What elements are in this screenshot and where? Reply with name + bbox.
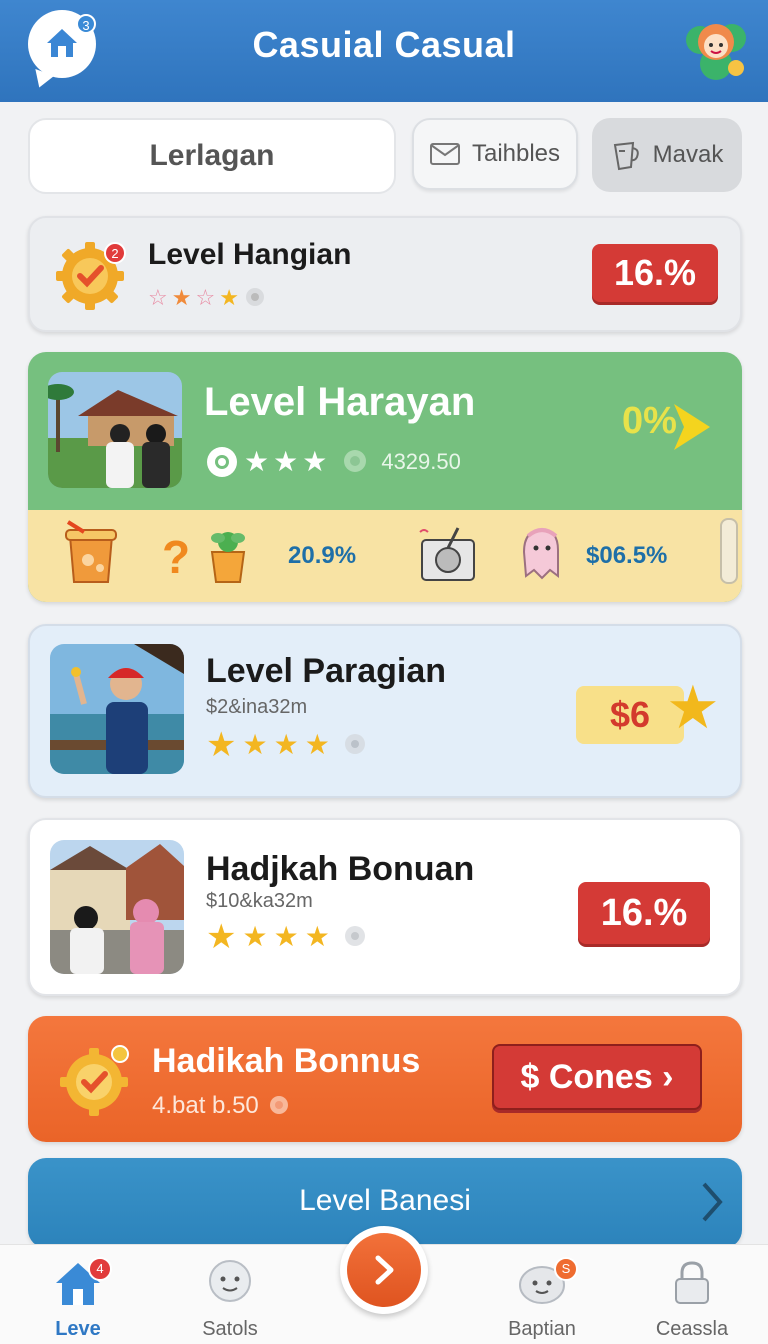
card-title: Level Paragian [206, 652, 447, 690]
rewards-strip: ? 20.9% $06.5% [28, 510, 742, 602]
tab-lerlagan-label: Lerlagan [149, 139, 275, 172]
star-filled-icon: ★ [273, 921, 299, 952]
level-badge: 2 [104, 242, 126, 264]
star-filled-icon: ★ [219, 285, 239, 310]
star-outline-icon: ☆ [195, 285, 216, 310]
ghost-character-icon [522, 528, 559, 580]
star-badge-icon: ★ [666, 674, 720, 741]
level-card-harayan[interactable]: Level Harayan ★ ★ ★ 4329.50 0% ? 20.9% $… [28, 352, 742, 602]
nav-item-ceassla[interactable]: Ceassla [632, 1257, 752, 1341]
bonus-card-hadjkah[interactable]: Hadjkah Bonuan $10&ka32m ★ ★ ★ ★ 16.% [28, 818, 742, 996]
score-value: 4329.50 [381, 449, 461, 474]
star-rating: ★ ★ ★ 4329.50 [204, 444, 461, 480]
bonus-card-hadikah[interactable]: Hadikah Bonnus 4.bat b.50 $ Cones › [28, 1016, 742, 1142]
bonus-subline: 4.bat b.50 [152, 1092, 291, 1120]
star-outline-icon: ☆ [148, 285, 168, 310]
progress-percent: 0% [622, 400, 677, 442]
star-filled-icon: ★ [242, 921, 268, 952]
nav-item-satols[interactable]: Satols [170, 1257, 290, 1341]
star-filled-icon: ★ [171, 285, 192, 310]
mail-icon [429, 143, 460, 165]
tab-mavak-label: Mavak [652, 141, 724, 168]
tab-lerlagan[interactable]: Lerlagan [28, 118, 396, 194]
chat-icon [245, 288, 264, 306]
app-header: 3 Casuial Casual [0, 0, 768, 102]
strip-scrollbar[interactable] [720, 518, 738, 584]
card-subtitle: $10&ka32m [206, 890, 313, 912]
chat-icon [344, 734, 365, 754]
question-mark: ? [162, 531, 191, 583]
card-subtitle: $2&ina32m [206, 696, 308, 718]
nav-item-baptian[interactable]: Baptian S [482, 1257, 602, 1341]
star-filled-icon: ★ [273, 729, 299, 760]
nav-label: Ceassla [655, 1318, 729, 1340]
level-card-paragian[interactable]: Level Paragian $2&ina32m ★ ★ ★ ★ $6 ★ [28, 624, 742, 798]
chat-icon [344, 926, 365, 946]
star-filled-icon: ★ [206, 918, 237, 956]
tab-mavak[interactable]: Mavak [592, 118, 742, 192]
card-title: Level Harayan [204, 380, 476, 424]
card-title: Level Hangian [148, 238, 352, 271]
star-filled-icon: ★ [244, 446, 270, 477]
star-rating: ☆ ★ ☆ ★ [148, 286, 267, 310]
card-title: Hadikah Bonnus [152, 1042, 421, 1080]
gear-icon [207, 447, 237, 477]
face-icon [209, 1260, 251, 1302]
level-photo [48, 372, 182, 488]
star-filled-icon: ★ [242, 729, 268, 760]
star-rating: ★ ★ ★ ★ [206, 920, 368, 954]
nav-label: Satols [202, 1318, 258, 1340]
chevron-right-icon [375, 1255, 394, 1285]
play-fab-button[interactable] [340, 1226, 428, 1314]
star-filled-icon: ★ [304, 729, 330, 760]
card-title: Hadjkah Bonuan [206, 850, 475, 888]
tab-taihbles[interactable]: Taihbles [412, 118, 578, 190]
percent-badge[interactable]: 16.% [592, 244, 718, 302]
reward-value-2: $06.5% [586, 542, 668, 569]
level-banesi-label: Level Banesi [299, 1184, 471, 1217]
cup-icon [613, 141, 639, 171]
avatar[interactable] [680, 12, 752, 84]
star-filled-icon: ★ [304, 921, 330, 952]
chat-icon [344, 450, 367, 472]
cones-button[interactable]: $ Cones › [492, 1044, 702, 1110]
level-photo [50, 840, 184, 974]
chevron-right-icon [702, 1182, 723, 1222]
nav-badge: S [554, 1257, 578, 1281]
honey-jar-icon [65, 520, 117, 583]
app-title: Casuial Casual [252, 24, 516, 65]
percent-badge[interactable]: 16.% [578, 882, 710, 944]
gear-check-icon [60, 1045, 129, 1116]
chat-icon [269, 1096, 288, 1114]
level-photo [50, 644, 184, 774]
star-rating: ★ ★ ★ ★ [206, 728, 368, 762]
radio-icon [419, 527, 475, 581]
lock-icon [675, 1261, 709, 1304]
star-filled-icon: ★ [206, 726, 237, 764]
nav-label: Baptian [508, 1318, 576, 1340]
level-card-hangian[interactable]: 2 Level Hangian ☆ ★ ☆ ★ 16.% [28, 216, 742, 332]
tab-taihbles-label: Taihbles [471, 140, 561, 167]
star-filled-icon: ★ [302, 446, 328, 477]
reward-value-1: 20.9% [288, 542, 357, 569]
fab-inner [347, 1233, 421, 1307]
play-arrow-icon[interactable] [672, 400, 712, 454]
potted-plant-icon [210, 532, 246, 583]
star-filled-icon: ★ [273, 446, 299, 477]
card-subtitle: 4.bat b.50 [152, 1092, 259, 1119]
nav-badge: 4 [88, 1257, 112, 1281]
nav-label: Leve [55, 1318, 101, 1340]
nav-item-leve[interactable]: Leve 4 [18, 1257, 138, 1341]
